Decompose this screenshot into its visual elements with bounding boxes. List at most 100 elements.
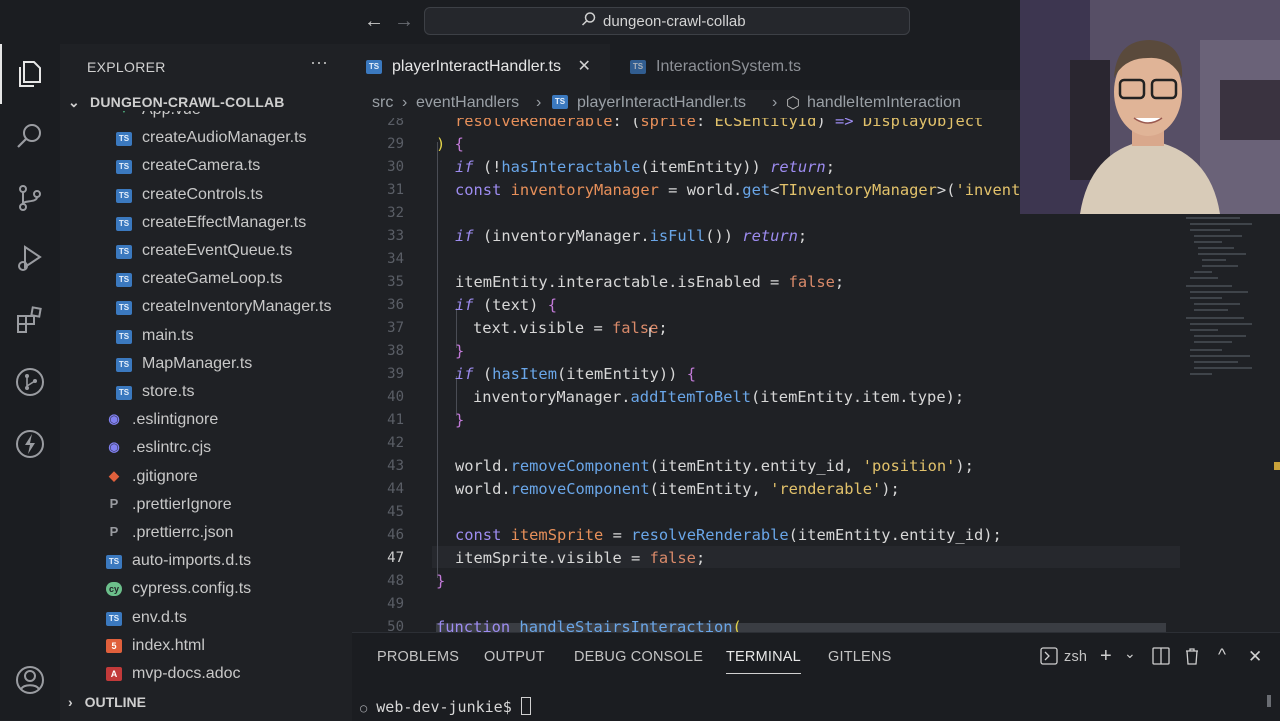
explorer-icon[interactable]: [14, 58, 46, 90]
tab-output[interactable]: OUTPUT: [484, 649, 545, 665]
file-label: createEventQueue.ts: [142, 242, 293, 259]
tab-gitlens[interactable]: GITLENS: [828, 649, 891, 665]
code-line: }: [436, 572, 446, 590]
terminal-prompt[interactable]: ○ web-dev-junkie$: [360, 697, 531, 716]
file-item[interactable]: cy cypress.config.ts: [106, 580, 251, 606]
chevron-down-icon: ⌄: [68, 94, 80, 110]
tab-problems[interactable]: PROBLEMS: [377, 649, 459, 665]
file-label: .eslintrc.cjs: [132, 439, 212, 457]
line-number: 34: [387, 251, 404, 267]
file-label: createInventoryManager.ts: [142, 298, 332, 316]
line-number: 42: [387, 435, 404, 451]
gitlens-icon[interactable]: [14, 366, 46, 398]
file-item[interactable]: TS createAudioManager.ts: [116, 129, 307, 155]
eslint-icon: ◉: [108, 411, 120, 427]
workspace-folder[interactable]: ⌄ DUNGEON-CRAWL-COLLAB: [68, 94, 285, 111]
file-item[interactable]: P .prettierIgnore: [106, 496, 232, 522]
extensions-icon[interactable]: [14, 304, 46, 336]
file-label: .prettierrc.json: [132, 524, 234, 541]
tab-terminal[interactable]: TERMINAL: [726, 649, 801, 674]
run-debug-icon[interactable]: [14, 242, 46, 274]
shell-name[interactable]: zsh: [1064, 649, 1087, 665]
line-number: 35: [387, 274, 404, 290]
file-item[interactable]: ◉ .eslintignore: [106, 411, 218, 437]
file-item[interactable]: TS createEventQueue.ts: [116, 242, 292, 268]
new-terminal-icon[interactable]: +: [1100, 645, 1112, 668]
close-tab-icon[interactable]: ✕: [577, 58, 590, 75]
file-item[interactable]: TS createGameLoop.ts: [116, 270, 283, 296]
typescript-icon: TS: [116, 357, 132, 372]
git-icon: ◆: [109, 467, 119, 483]
breadcrumb-event-handlers[interactable]: eventHandlers: [416, 94, 519, 112]
typescript-icon: TS: [116, 301, 132, 316]
typescript-icon: TS: [106, 611, 122, 626]
file-item[interactable]: ◆ .gitignore: [106, 468, 198, 494]
text-cursor-icon: I: [648, 324, 652, 340]
forward-button[interactable]: →: [394, 10, 414, 33]
file-label: createCamera.ts: [142, 157, 261, 175]
minimap[interactable]: [1182, 214, 1264, 394]
breadcrumb-file[interactable]: playerInteractHandler.ts: [577, 94, 746, 112]
webcam-overlay: [1020, 0, 1280, 214]
tab-debug-console[interactable]: DEBUG CONSOLE: [574, 649, 703, 665]
prettier-icon: P: [109, 524, 119, 539]
file-item[interactable]: TS main.ts: [116, 327, 194, 353]
chevron-down-icon[interactable]: ⌄: [1124, 645, 1136, 662]
account-icon[interactable]: [14, 664, 46, 696]
file-item[interactable]: TS createControls.ts: [116, 186, 263, 212]
line-number: 49: [387, 596, 404, 612]
split-terminal-icon[interactable]: [1152, 647, 1170, 670]
line-number: 46: [387, 527, 404, 543]
html-icon: 5: [106, 638, 122, 653]
file-item[interactable]: TS MapManager.ts: [116, 355, 252, 381]
editor-tabs: TS playerInteractHandler.ts ✕ TS Interacti…: [352, 44, 1020, 90]
file-label: mvp-docs.adoc: [132, 665, 241, 682]
breadcrumb-src[interactable]: src: [372, 94, 393, 112]
more-actions-icon[interactable]: ···: [310, 52, 328, 73]
line-number: 30: [387, 159, 404, 175]
file-item[interactable]: TS createInventoryManager.ts: [116, 298, 331, 324]
search-icon: [581, 11, 597, 31]
code-line: const inventoryManager = world.get<TInve…: [455, 181, 1021, 199]
outline-section[interactable]: › OUTLINE: [68, 694, 146, 710]
lightning-icon[interactable]: [14, 428, 46, 460]
code-line: const itemSprite = resolveRenderable(ite…: [455, 526, 1002, 544]
file-item[interactable]: TS createCamera.ts: [116, 157, 260, 183]
typescript-icon: TS: [366, 60, 382, 74]
line-number: 40: [387, 389, 404, 405]
terminal-scrollbar[interactable]: [1267, 695, 1271, 707]
file-item[interactable]: TS auto-imports.d.ts: [106, 552, 251, 578]
file-item[interactable]: P .prettierrc.json: [106, 524, 234, 550]
file-item[interactable]: TS store.ts: [116, 383, 194, 409]
trash-icon[interactable]: [1184, 647, 1200, 670]
search-view-icon[interactable]: [14, 120, 46, 152]
file-label: createAudioManager.ts: [142, 129, 307, 147]
file-item[interactable]: TS env.d.ts: [106, 609, 187, 635]
file-label: .prettierIgnore: [132, 495, 232, 513]
command-center-search[interactable]: dungeon-crawl-collab: [424, 7, 910, 35]
terminal-icon[interactable]: [1040, 647, 1058, 670]
code-line: inventoryManager.addItemToBelt(itemEntit…: [473, 388, 965, 406]
breadcrumb-separator: ›: [536, 94, 542, 111]
tab-player-interact-handler[interactable]: TS playerInteractHandler.ts ✕: [366, 44, 591, 90]
file-item[interactable]: TS createEffectManager.ts: [116, 214, 306, 240]
close-panel-icon[interactable]: ✕: [1248, 647, 1262, 667]
line-number: 29: [387, 136, 404, 152]
explorer-sidebar: EXPLORER ··· ⌄ DUNGEON-CRAWL-COLLAB ▼ App…: [60, 44, 352, 720]
file-item[interactable]: Amvp-docs.adoc: [106, 665, 241, 691]
maximize-panel-icon[interactable]: ^: [1218, 645, 1226, 665]
prettier-icon: P: [109, 495, 119, 511]
typescript-icon: TS: [116, 188, 132, 203]
file-item[interactable]: 5 index.html: [106, 637, 205, 663]
file-item[interactable]: ◉ .eslintrc.cjs: [106, 439, 211, 465]
tab-interaction-system[interactable]: TS InteractionSystem.ts: [630, 44, 801, 90]
file-label: createGameLoop.ts: [142, 270, 283, 288]
code-line: ) {: [436, 135, 464, 153]
typescript-icon: TS: [116, 216, 132, 231]
back-button[interactable]: ←: [364, 10, 384, 33]
eslint-icon: ◉: [108, 439, 120, 455]
line-number: 28: [387, 118, 404, 129]
explorer-header: EXPLORER: [87, 59, 166, 75]
source-control-icon[interactable]: [14, 182, 46, 214]
breadcrumb-symbol[interactable]: handleItemInteraction: [807, 94, 961, 112]
